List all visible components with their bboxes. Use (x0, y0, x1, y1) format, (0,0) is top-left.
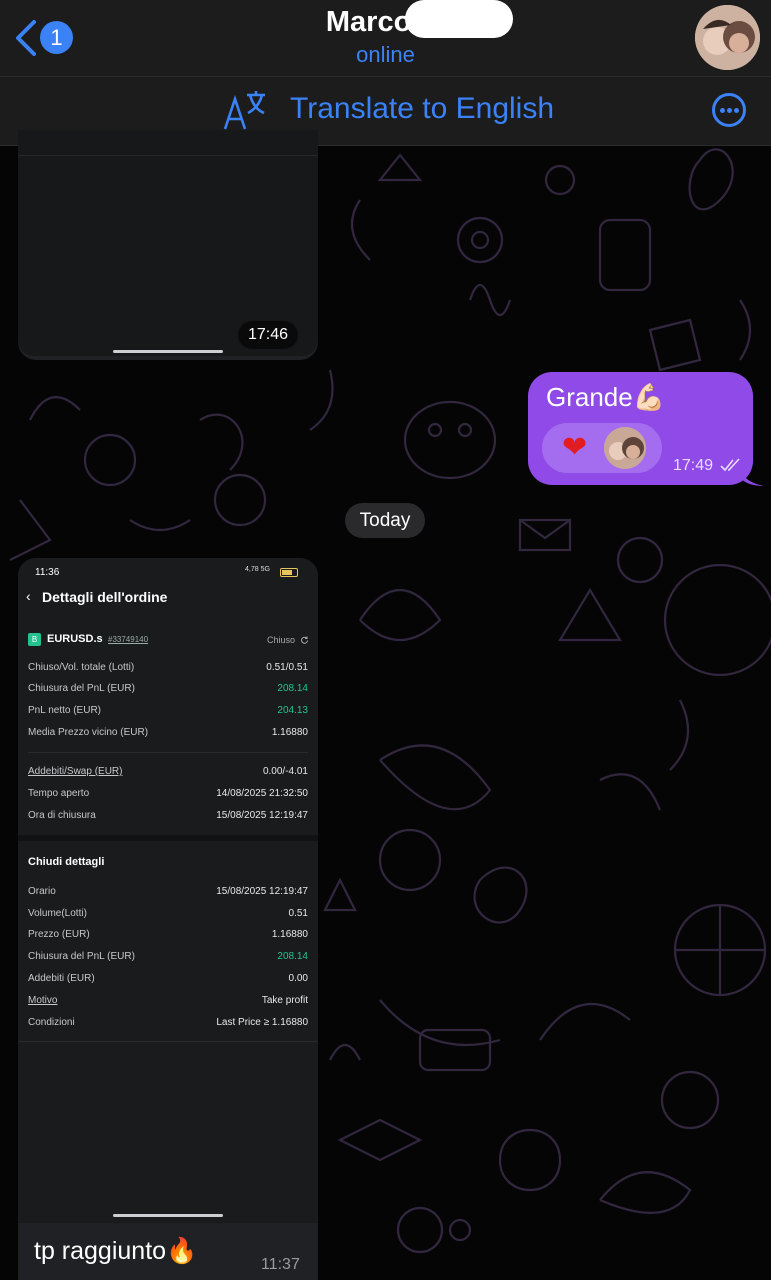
detail-label: PnL netto (EUR) (28, 705, 101, 716)
detail-row: Ora di chiusura 15/08/2025 12:19:47 (28, 810, 308, 826)
reaction-pill[interactable]: ❤ (542, 423, 662, 473)
detail-value: 15/08/2025 12:19:47 (216, 886, 308, 897)
home-indicator (113, 350, 223, 353)
detail-label: Orario (28, 886, 56, 897)
trade-screenshot[interactable]: 11:36 4,78 5G ‹ Dettagli dell'ordine B E… (18, 558, 318, 1223)
detail-label: Media Prezzo vicino (EUR) (28, 727, 149, 738)
detail-label: Motivo (28, 995, 58, 1006)
detail-row: Volume(Lotti) 0.51 (28, 908, 308, 924)
detail-row: Chiusura del PnL (EUR) 208.14 (28, 951, 308, 967)
detail-label: Chiuso/Vol. totale (Lotti) (28, 662, 135, 673)
detail-row: Chiuso/Vol. totale (Lotti) 0.51/0.51 (28, 662, 308, 678)
reactor-avatar (604, 427, 646, 469)
detail-value: 0.00 (288, 973, 308, 984)
detail-row: Addebiti (EUR) 0.00 (28, 973, 308, 989)
detail-row: Media Prezzo vicino (EUR) 1.16880 (28, 727, 308, 743)
order-id: #33749140 (108, 635, 149, 644)
avatar[interactable] (695, 5, 760, 70)
image-message[interactable]: 17:46 (18, 130, 318, 360)
chat-header: 1 Marco Li online (0, 0, 771, 77)
detail-row: Condizioni Last Price ≥ 1.16880 (28, 1017, 308, 1033)
symbol-name: EURUSD.s (47, 633, 103, 645)
contact-title[interactable]: Marco Li (0, 6, 771, 39)
detail-row: Orario 15/08/2025 12:19:47 (28, 886, 308, 902)
double-check-icon (720, 458, 740, 472)
date-separator: Today (345, 503, 425, 538)
refresh-icon (301, 636, 308, 644)
message-time: 17:49 (673, 457, 714, 474)
detail-row: PnL netto (EUR) 204.13 (28, 705, 308, 721)
detail-row: Chiusura del PnL (EUR) 208.14 (28, 683, 308, 699)
order-state: Chiuso (267, 635, 296, 645)
contact-status: online (356, 42, 415, 67)
detail-label: Addebiti (EUR) (28, 973, 95, 984)
detail-value: 14/08/2025 21:32:50 (216, 788, 308, 799)
section-separator (18, 835, 318, 841)
detail-row: Prezzo (EUR) 1.16880 (28, 929, 308, 945)
outgoing-message[interactable]: Grande💪🏻 ❤ 17:49 (528, 372, 753, 485)
detail-row: Tempo aperto 14/08/2025 21:32:50 (28, 788, 308, 804)
message-time: 11:37 (261, 1256, 300, 1273)
divider (28, 752, 308, 753)
detail-label: Chiusura del PnL (EUR) (28, 683, 135, 694)
detail-value: 0.00/-4.01 (262, 766, 308, 777)
translate-label[interactable]: Translate to English (290, 92, 554, 126)
divider (18, 155, 318, 156)
translate-icon (223, 91, 265, 130)
detail-value: 0.51 (288, 908, 308, 919)
signal-indicator: 4,78 5G (245, 566, 270, 573)
message-caption: tp raggiunto🔥 11:37 (18, 1223, 318, 1280)
detail-label: Condizioni (28, 1017, 75, 1028)
more-options-button[interactable] (712, 93, 746, 127)
message-text: Grande💪🏻 (546, 382, 666, 412)
redaction-overlay (405, 0, 513, 38)
detail-value: 208.14 (277, 951, 308, 962)
detail-label: Prezzo (EUR) (28, 929, 90, 940)
detail-value: 15/08/2025 12:19:47 (216, 810, 308, 821)
image-message[interactable]: 11:36 4,78 5G ‹ Dettagli dell'ordine B E… (18, 558, 318, 1280)
page-title: Dettagli dell'ordine (42, 589, 168, 605)
battery-icon (280, 568, 298, 577)
detail-value: Take profit (261, 995, 308, 1006)
detail-value: 1.16880 (271, 727, 308, 738)
detail-value: 0.51/0.51 (266, 662, 308, 673)
detail-value: Last Price ≥ 1.16880 (216, 1017, 308, 1028)
caption-text: tp raggiunto🔥 (34, 1237, 198, 1265)
chevron-left-icon: ‹ (26, 588, 31, 604)
detail-value: 208.14 (277, 683, 308, 694)
detail-label: Addebiti/Swap (EUR) (28, 766, 123, 777)
detail-label: Volume(Lotti) (28, 908, 87, 919)
detail-row: Motivo Take profit (28, 995, 308, 1011)
detail-value: 1.16880 (271, 929, 308, 940)
section-title: Chiudi dettagli (28, 856, 105, 868)
detail-label: Ora di chiusura (28, 810, 96, 821)
detail-value: 204.13 (277, 705, 308, 716)
status-bar-time: 11:36 (35, 567, 60, 578)
detail-label: Chiusura del PnL (EUR) (28, 951, 135, 962)
home-indicator (113, 1214, 223, 1217)
message-time: 17:46 (238, 321, 299, 349)
divider (18, 1041, 318, 1042)
symbol-icon: B (28, 633, 41, 646)
heart-reaction-icon: ❤ (562, 431, 588, 464)
detail-label: Tempo aperto (28, 788, 90, 799)
detail-row: Addebiti/Swap (EUR) 0.00/-4.01 (28, 766, 308, 782)
avatar-photo (695, 5, 760, 70)
